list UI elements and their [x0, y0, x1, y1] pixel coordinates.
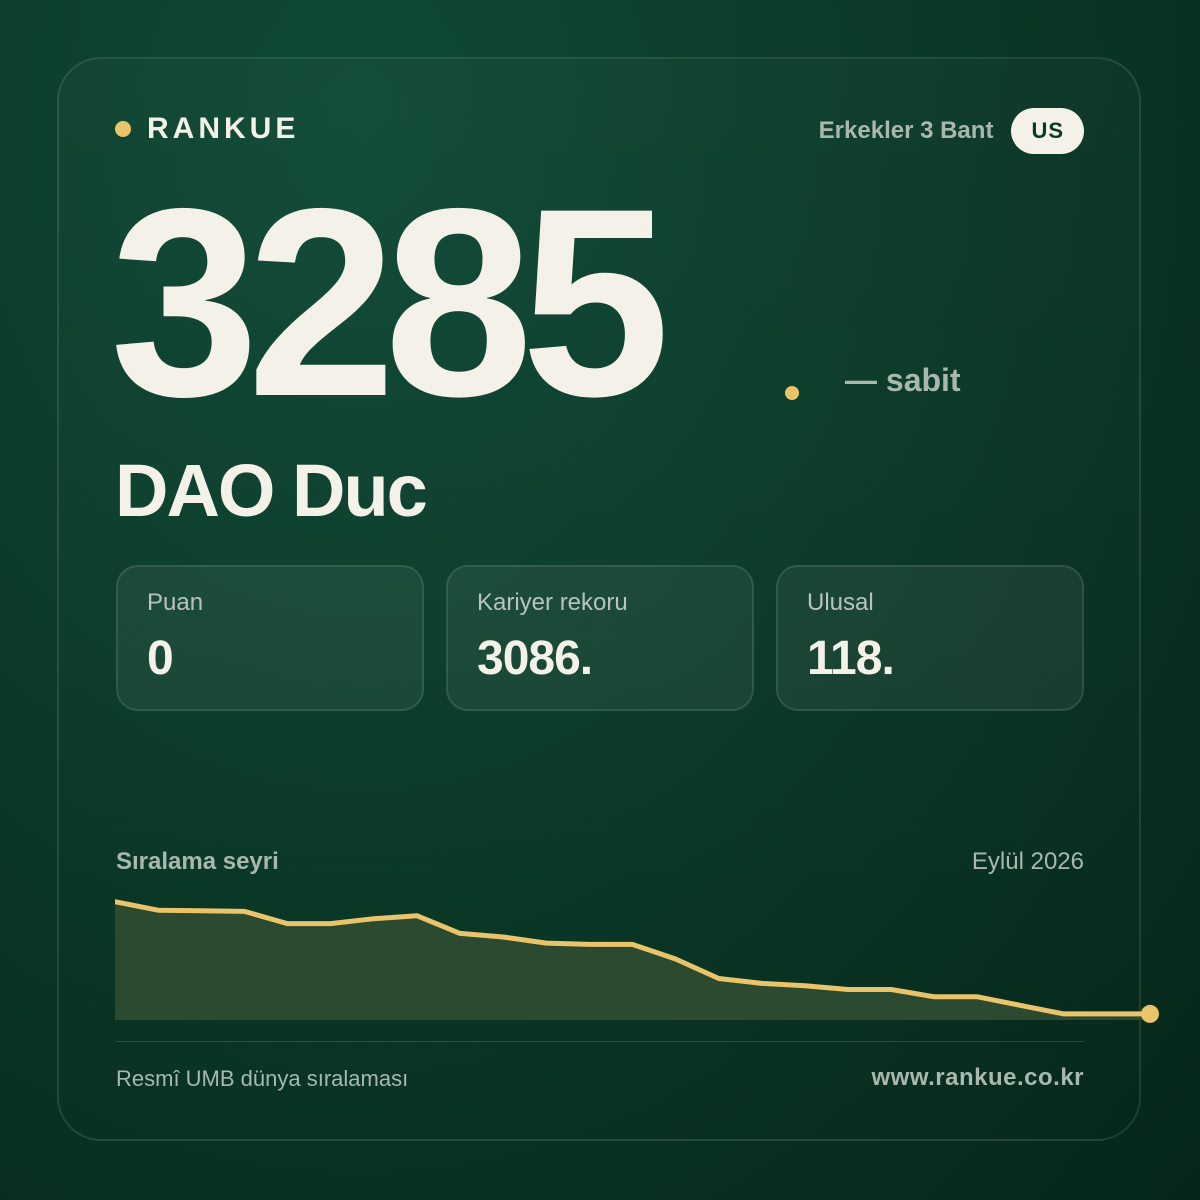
country-badge: US — [1011, 108, 1084, 154]
ranking-trend-chart — [115, 899, 1159, 1023]
chart-date: Eylül 2026 — [971, 848, 1084, 875]
stat-value: 118. — [807, 632, 895, 685]
stat-card-points: Puan 0 — [116, 565, 424, 711]
brand-dot-icon — [115, 121, 131, 137]
rank-number: 3285 — [110, 152, 670, 452]
footer-divider — [116, 1041, 1084, 1042]
footer-website-link[interactable]: www.rankue.co.kr — [871, 1064, 1084, 1092]
stat-label: Kariyer rekoru — [477, 589, 628, 616]
brand: RANKUE — [115, 112, 299, 146]
chart-title: Sıralama seyri — [116, 848, 279, 875]
stat-card-national: Ulusal 118. — [776, 565, 1084, 711]
category-label: Erkekler 3 Bant — [818, 117, 994, 144]
rank-trend: — sabit — [845, 362, 961, 398]
stat-value: 3086. — [477, 632, 593, 685]
stat-label: Ulusal — [807, 589, 874, 616]
rank-dot-icon — [785, 386, 799, 400]
footer-source: Resmî UMB dünya sıralaması — [116, 1066, 409, 1091]
chart-end-point — [1141, 1004, 1159, 1023]
brand-name: RANKUE — [147, 112, 300, 145]
player-name: DAO Duc — [115, 449, 428, 532]
stat-label: Puan — [147, 589, 204, 616]
stat-value: 0 — [147, 632, 174, 685]
stat-card-career-record: Kariyer rekoru 3086. — [446, 565, 754, 711]
category-header: Erkekler 3 Bant US — [819, 108, 1084, 154]
